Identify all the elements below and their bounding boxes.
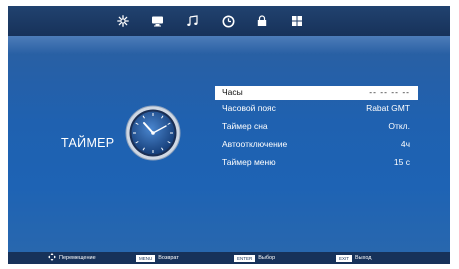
enter-key: ENTER [234, 254, 256, 262]
menu-item-label: Автоотключение [222, 139, 288, 149]
hint-select: ENTER Выбор [234, 254, 275, 262]
top-tab-bar [8, 6, 450, 54]
hint-exit-label: Выход [355, 255, 372, 261]
menu-item-value: -- -- -- -- [369, 87, 410, 97]
clock-icon[interactable] [220, 13, 236, 29]
settings-icon[interactable] [115, 13, 131, 29]
exit-key: EXIT [336, 254, 353, 262]
menu-item-value: 15 с [393, 157, 410, 167]
clock-illustration [125, 105, 181, 161]
menu-item-label: Таймер меню [222, 157, 276, 167]
menu-item-osd-timer[interactable]: Таймер меню 15 с [215, 154, 418, 172]
tv-icon[interactable] [149, 13, 165, 29]
page-title: ТАЙМЕР [61, 136, 115, 150]
menu-key: MENU [136, 254, 156, 262]
navigate-arrows-icon [48, 252, 56, 264]
menu-item-clock[interactable]: Часы -- -- -- -- [215, 86, 418, 100]
hint-move: Перемещение [48, 252, 96, 264]
hint-move-label: Перемещение [59, 255, 96, 261]
menu-item-label: Часы [222, 87, 243, 97]
menu-item-label: Таймер сна [222, 121, 268, 131]
menu-item-auto-standby[interactable]: Автоотключение 4ч [215, 136, 418, 154]
hint-back: MENU Возврат [136, 254, 179, 262]
menu-item-time-zone[interactable]: Часовой пояс Rabat GMT [215, 100, 418, 118]
menu-item-value: Откл. [388, 121, 410, 131]
menu-item-sleep-timer[interactable]: Таймер сна Откл. [215, 118, 418, 136]
hint-exit: EXIT Выход [336, 254, 371, 262]
menu-item-value: 4ч [400, 139, 410, 149]
tv-menu-screen: ТАЙМЕР Часы -- -- -- -- Часовой пояс Rab… [8, 6, 450, 264]
lock-icon[interactable] [254, 13, 270, 29]
hint-bar: Перемещение MENU Возврат ENTER Выбор EXI… [8, 252, 450, 264]
hint-select-label: Выбор [258, 255, 276, 261]
music-note-icon[interactable] [184, 13, 200, 29]
grid-icon[interactable] [289, 13, 305, 29]
menu-item-label: Часовой пояс [222, 103, 276, 113]
timer-settings-menu: Часы -- -- -- -- Часовой пояс Rabat GMT … [215, 86, 418, 172]
menu-item-value: Rabat GMT [366, 103, 410, 113]
hint-back-label: Возврат [158, 255, 179, 261]
